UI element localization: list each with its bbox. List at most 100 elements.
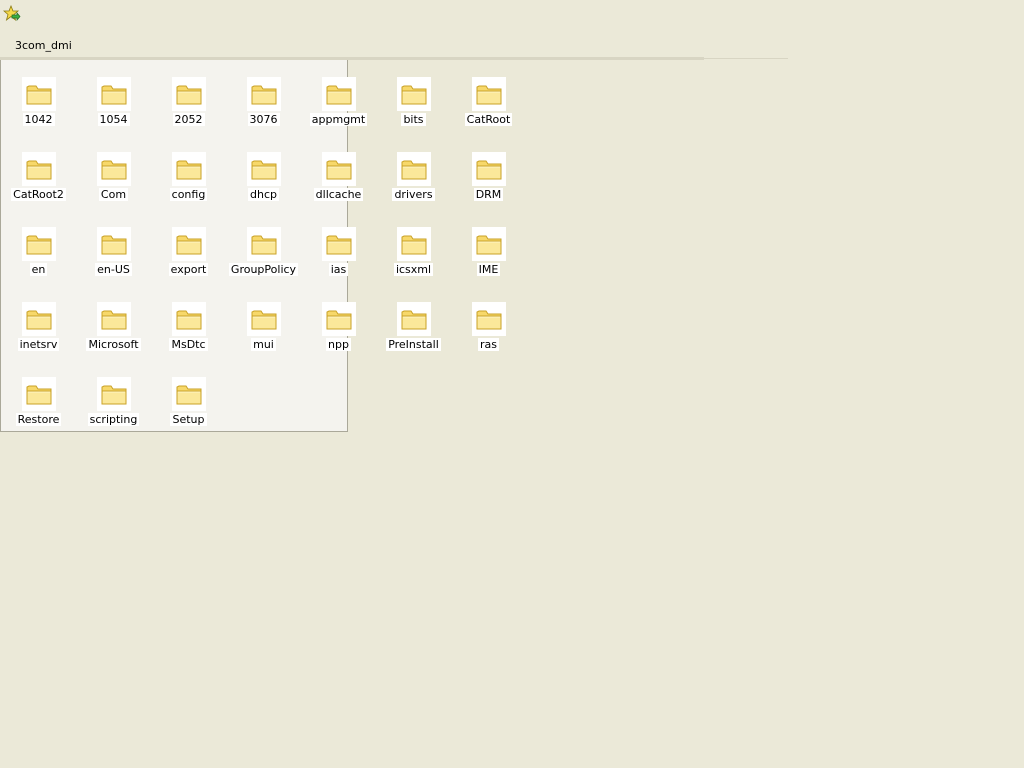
folder-item[interactable]: Restore: [1, 361, 76, 431]
folder-item[interactable]: npp: [301, 286, 376, 356]
folder-item[interactable]: IME: [451, 211, 526, 281]
folder-label: en: [1, 263, 76, 276]
folder-item[interactable]: bits: [376, 61, 451, 131]
folder-label-text: CatRoot: [464, 113, 513, 126]
folder-icon: [472, 77, 506, 111]
folder-item[interactable]: en: [1, 211, 76, 281]
folder-label: dhcp: [226, 188, 301, 201]
folder-label: 1054: [76, 113, 151, 126]
folder-icon: [472, 227, 506, 261]
folder-item[interactable]: en-US: [76, 211, 151, 281]
folder-label: en-US: [76, 263, 151, 276]
folder-label-text: drivers: [392, 188, 435, 201]
folder-label-text: inetsrv: [17, 338, 60, 351]
folder-icon: [247, 302, 281, 336]
folder-label: drivers: [376, 188, 451, 201]
favorites-star-arrow-icon[interactable]: [2, 4, 21, 23]
folder-item[interactable]: export: [151, 211, 226, 281]
folder-label: 1042: [1, 113, 76, 126]
folder-icon: [472, 302, 506, 336]
folder-label-text: Restore: [15, 413, 62, 426]
folder-label: dllcache: [301, 188, 376, 201]
folder-label: ias: [301, 263, 376, 276]
folder-label: CatRoot2: [1, 188, 76, 201]
folder-icon: [22, 227, 56, 261]
folder-item[interactable]: CatRoot: [451, 61, 526, 131]
folder-label-text: 1054: [97, 113, 130, 126]
folder-label: appmgmt: [301, 113, 376, 126]
folder-item[interactable]: GroupPolicy: [226, 211, 301, 281]
folder-label-text: IME: [476, 263, 501, 276]
folder-item[interactable]: PreInstall: [376, 286, 451, 356]
folder-label-text: export: [168, 263, 209, 276]
folder-item[interactable]: scripting: [76, 361, 151, 431]
folder-icon: [97, 77, 131, 111]
folder-label-text: DRM: [473, 188, 504, 201]
folder-item[interactable]: dhcp: [226, 136, 301, 206]
folder-label: mui: [226, 338, 301, 351]
folder-icon: [22, 377, 56, 411]
folder-label-text: CatRoot2: [11, 188, 66, 201]
folder-label: Com: [76, 188, 151, 201]
folder-label: ras: [451, 338, 526, 351]
folder-icon: [247, 152, 281, 186]
folder-label: MsDtc: [151, 338, 226, 351]
folder-icon: [247, 227, 281, 261]
folder-item[interactable]: 1042: [1, 61, 76, 131]
folder-icon: [397, 152, 431, 186]
folder-item[interactable]: Setup: [151, 361, 226, 431]
folder-label: config: [151, 188, 226, 201]
folder-item[interactable]: 2052: [151, 61, 226, 131]
folder-label-text: GroupPolicy: [228, 263, 299, 276]
folder-label: export: [151, 263, 226, 276]
folder-item[interactable]: 1054: [76, 61, 151, 131]
folder-icon: [172, 77, 206, 111]
folder-label-text: Setup: [170, 413, 207, 426]
folder-icon: [172, 377, 206, 411]
folder-label-text: ras: [478, 338, 499, 351]
folder-item[interactable]: ias: [301, 211, 376, 281]
folder-icon: [172, 152, 206, 186]
folder-item[interactable]: config: [151, 136, 226, 206]
folder-icon: [172, 227, 206, 261]
folder-icon: [322, 77, 356, 111]
folder-label: scripting: [76, 413, 151, 426]
folder-label: DRM: [451, 188, 526, 201]
folder-item[interactable]: inetsrv: [1, 286, 76, 356]
folder-label: Restore: [1, 413, 76, 426]
folder-item[interactable]: ras: [451, 286, 526, 356]
folder-label-text: ias: [328, 263, 349, 276]
folder-item[interactable]: CatRoot2: [1, 136, 76, 206]
folder-item[interactable]: appmgmt: [301, 61, 376, 131]
title-divider-extension: [704, 58, 788, 59]
folder-label-text: scripting: [87, 413, 140, 426]
folder-item[interactable]: icsxml: [376, 211, 451, 281]
folder-item[interactable]: drivers: [376, 136, 451, 206]
folder-icon: [397, 77, 431, 111]
folder-item[interactable]: Com: [76, 136, 151, 206]
folder-label-text: config: [169, 188, 208, 201]
folder-label-text: 2052: [172, 113, 205, 126]
folder-label: CatRoot: [451, 113, 526, 126]
folder-icon: [322, 152, 356, 186]
folder-title-bar: 3com_dmi: [0, 36, 788, 56]
folder-label: Microsoft: [76, 338, 151, 351]
folder-item[interactable]: DRM: [451, 136, 526, 206]
folder-label-text: dhcp: [248, 188, 279, 201]
folder-item[interactable]: MsDtc: [151, 286, 226, 356]
desktop-window: 3com_dmi 1042 1054 2052 3076 appmgmt bits CatR…: [0, 0, 1024, 768]
folder-item[interactable]: Microsoft: [76, 286, 151, 356]
folder-item[interactable]: 3076: [226, 61, 301, 131]
folder-icon: [172, 302, 206, 336]
folder-label: 2052: [151, 113, 226, 126]
folder-icon: [322, 302, 356, 336]
folder-label-text: MsDtc: [169, 338, 208, 351]
folder-label: GroupPolicy: [226, 263, 301, 276]
folder-label: icsxml: [376, 263, 451, 276]
folder-label-text: en: [29, 263, 48, 276]
folder-label: 3076: [226, 113, 301, 126]
folder-label: bits: [376, 113, 451, 126]
folder-item[interactable]: mui: [226, 286, 301, 356]
folder-item[interactable]: dllcache: [301, 136, 376, 206]
folder-grid: 1042 1054 2052 3076 appmgmt bits CatRoot CatRoo…: [0, 60, 540, 440]
